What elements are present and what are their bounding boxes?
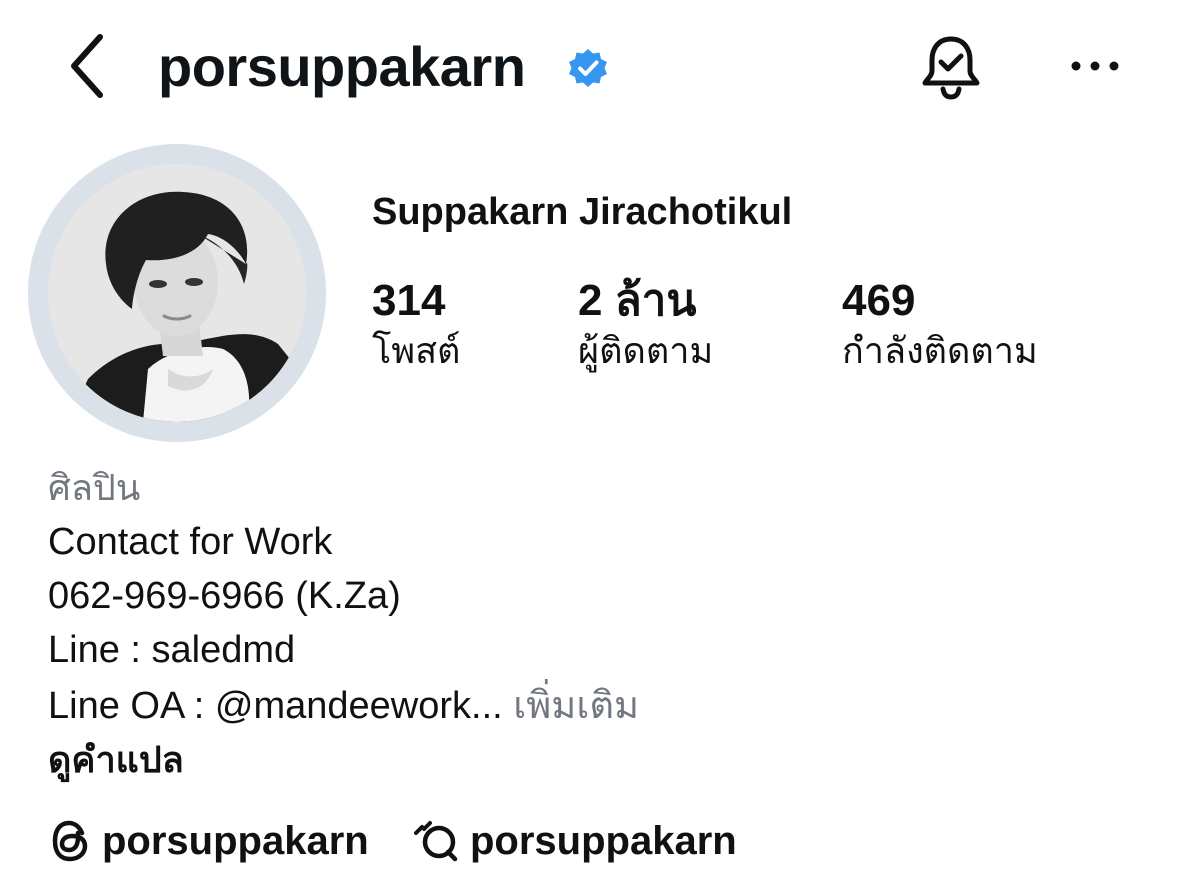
threads-chat-username: porsuppakarn [470,819,737,863]
profile-username: porsuppakarn [158,35,526,98]
stat-posts-count: 314 [372,276,446,325]
more-options-button[interactable] [1066,44,1124,88]
threads-chat-link[interactable]: porsuppakarn [412,816,737,866]
stat-followers[interactable]: 2 ล้าน ผู้ติดตาม [578,276,713,376]
top-bar: porsuppakarn [0,0,1179,135]
see-translation-link[interactable]: ดูคำแปล [48,738,184,782]
bio-line: Line : saledmd [48,629,296,671]
profile-photo [48,164,306,422]
stat-followers-count: 2 ล้าน [578,276,697,325]
threads-profile-link[interactable]: porsuppakarn [50,816,369,866]
stat-following-label: กำลังติดตาม [842,330,1038,371]
back-button[interactable] [58,30,114,102]
bio-more-link[interactable]: เพิ่มเติม [513,685,639,727]
chevron-left-icon [71,34,103,98]
more-horizontal-icon [1071,61,1119,71]
stat-posts-label: โพสต์ [372,330,461,371]
bio-line: Contact for Work [48,521,333,563]
stat-following[interactable]: 469 กำลังติดตาม [842,276,1038,376]
bio-line-text: Line OA : @mandeework... [48,685,503,727]
bio-line-truncated: Line OA : @mandeework... เพิ่มเติม [48,684,639,728]
verified-badge-icon [569,49,607,87]
threads-icon [52,820,88,862]
stat-posts[interactable]: 314 โพสต์ [372,276,460,376]
bell-check-icon [922,36,980,100]
threads-username: porsuppakarn [102,819,369,863]
bio-category: ศิลปิน [48,467,141,508]
display-name: Suppakarn Jirachotikul [372,191,793,233]
notification-bell-button[interactable] [918,32,984,102]
stat-following-count: 469 [842,276,916,325]
threads-chat-icon [414,821,458,862]
avatar[interactable] [48,164,306,422]
stat-followers-label: ผู้ติดตาม [578,330,714,371]
bio-line: 062-969-6966 (K.Za) [48,575,401,617]
